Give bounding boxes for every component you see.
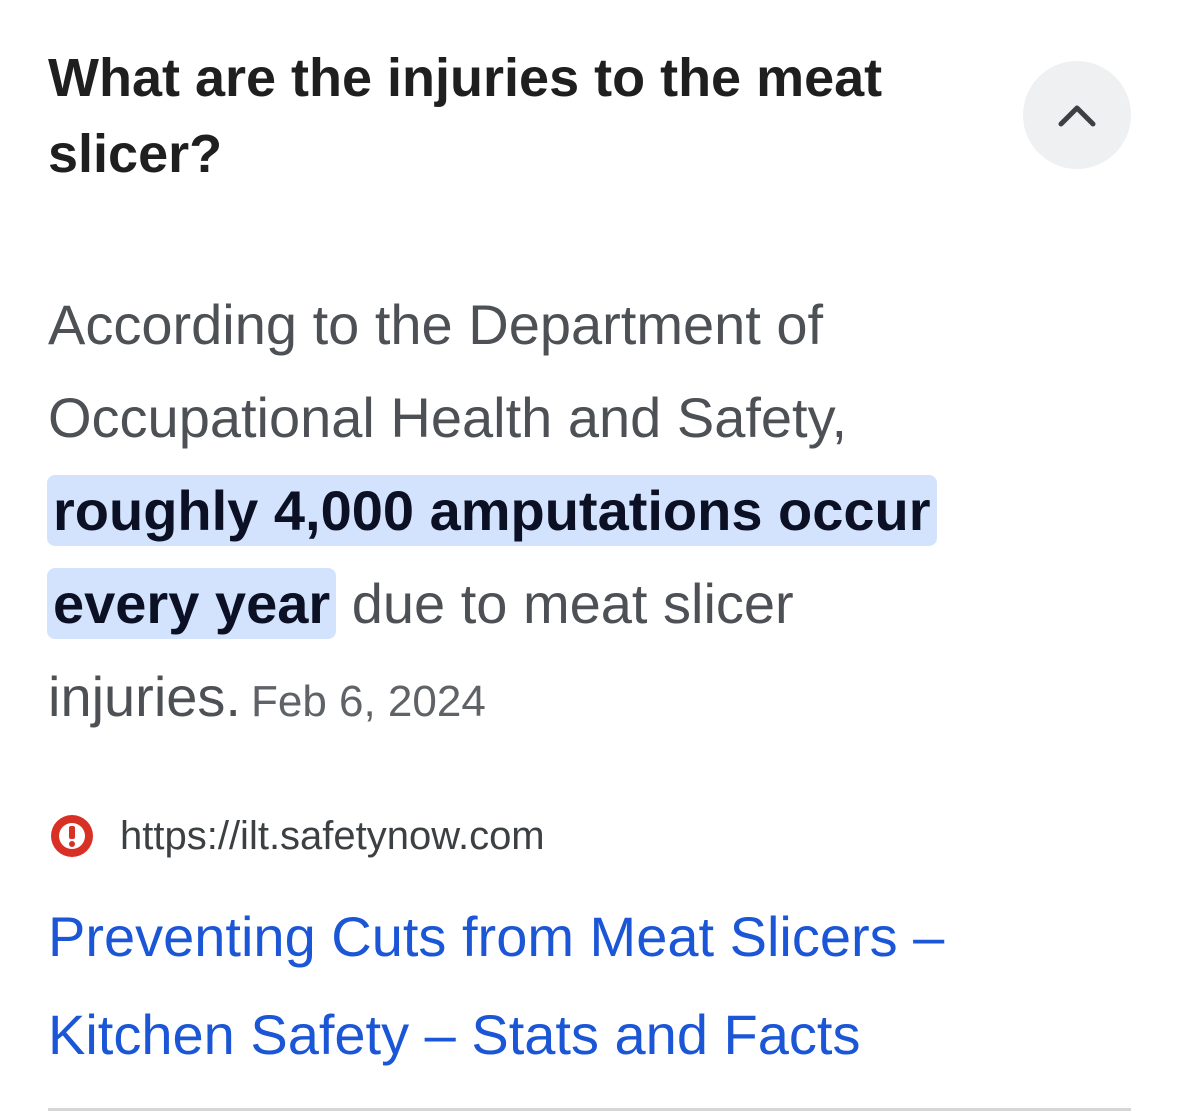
source-url[interactable]: https://ilt.safetynow.com [120,814,545,859]
collapse-button[interactable] [1023,61,1131,169]
answer-date: Feb 6, 2024 [250,677,486,726]
answer-text-before: According to the Department of Occupatio… [48,293,848,449]
alert-circle-icon [48,812,96,860]
chevron-up-icon [1057,102,1097,128]
source-row[interactable]: https://ilt.safetynow.com [48,810,545,862]
divider [48,1108,1131,1111]
question-title: What are the injuries to the meat slicer… [48,48,883,184]
result-title-link[interactable]: Preventing Cuts from Meat Slicers – Kitc… [48,888,1128,1084]
answer-snippet: According to the Department of Occupatio… [47,278,1048,748]
